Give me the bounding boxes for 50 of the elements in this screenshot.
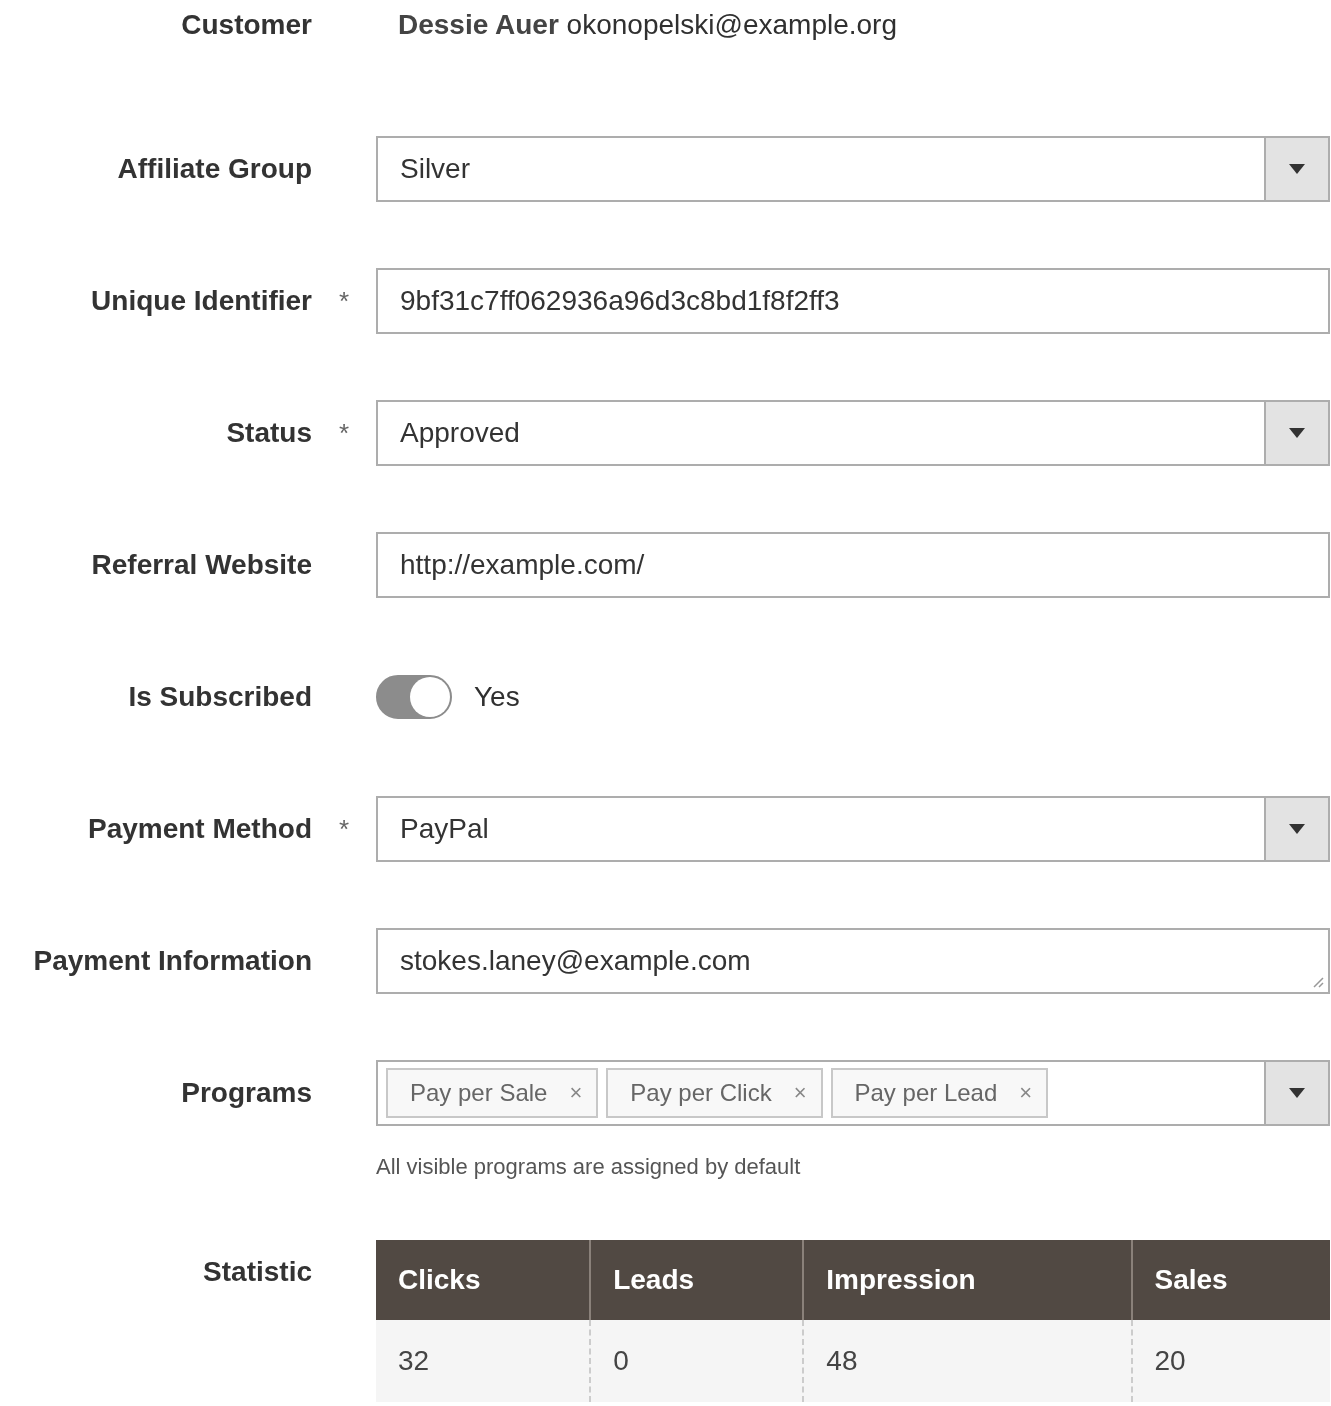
caret-icon [1289, 1088, 1305, 1098]
toggle-switch[interactable] [376, 675, 452, 719]
field-label: Is Subscribed [128, 681, 312, 713]
tag-label: Pay per Sale [410, 1079, 548, 1107]
field-label: Payment Information [33, 945, 312, 977]
field-label: Status [226, 417, 312, 449]
table-cell: 32 [376, 1320, 591, 1402]
customer-info: Dessie Auer okonopelski@example.org [397, 9, 898, 41]
caret-icon [1289, 164, 1305, 174]
input-field[interactable]: http://example.com/ [376, 532, 1330, 598]
caret-icon [1289, 428, 1305, 438]
table-cell: 0 [590, 1320, 804, 1402]
dropdown-button[interactable] [1264, 138, 1328, 200]
field-value: PayPal [399, 813, 490, 845]
column-header: Sales [1131, 1240, 1330, 1320]
select-field[interactable]: Approved [376, 400, 1330, 466]
select-field[interactable]: Silver [376, 136, 1330, 202]
field-label: Unique Identifier [91, 285, 312, 317]
input-field[interactable]: 9bf31c7ff062936a96d3c8bd1f8f2ff3 [376, 268, 1330, 334]
table-cell: 20 [1131, 1320, 1330, 1402]
resize-handle-icon[interactable] [1312, 976, 1324, 988]
tag-label: Pay per Lead [854, 1079, 998, 1107]
dropdown-button[interactable] [1264, 402, 1328, 464]
required-mark: * [338, 813, 350, 845]
field-value: stokes.laney@example.com [399, 945, 752, 977]
field-value: Approved [399, 417, 521, 449]
tag-label: Pay per Click [630, 1079, 772, 1107]
caret-icon [1289, 824, 1305, 834]
field-label: Statistic [203, 1255, 312, 1288]
text-area[interactable]: stokes.laney@example.com [376, 928, 1330, 994]
required-mark: * [338, 285, 350, 317]
column-header: Clicks [376, 1240, 591, 1320]
field-value: http://example.com/ [399, 549, 646, 581]
field-note: All visible programs are assigned by default [376, 1154, 802, 1180]
dropdown-button[interactable] [1264, 1062, 1328, 1124]
field-label: Affiliate Group [117, 153, 312, 185]
field-label: Customer [181, 9, 312, 41]
toggle-label: Yes [474, 681, 520, 713]
column-header: Leads [590, 1240, 804, 1320]
table-cell: 48 [803, 1320, 1132, 1402]
required-mark: * [338, 417, 350, 449]
field-value: 9bf31c7ff062936a96d3c8bd1f8f2ff3 [399, 285, 841, 317]
field-label: Referral Website [91, 549, 312, 581]
dropdown-button[interactable] [1264, 798, 1328, 860]
multiselect-field[interactable]: Pay per Sale × Pay per Click × Pay per Lead × [376, 1060, 1330, 1126]
field-label: Payment Method [87, 813, 312, 845]
field-value: Silver [399, 153, 471, 185]
column-header: Impression [803, 1240, 1132, 1320]
field-label: Programs [181, 1077, 312, 1109]
select-field[interactable]: PayPal [376, 796, 1330, 862]
